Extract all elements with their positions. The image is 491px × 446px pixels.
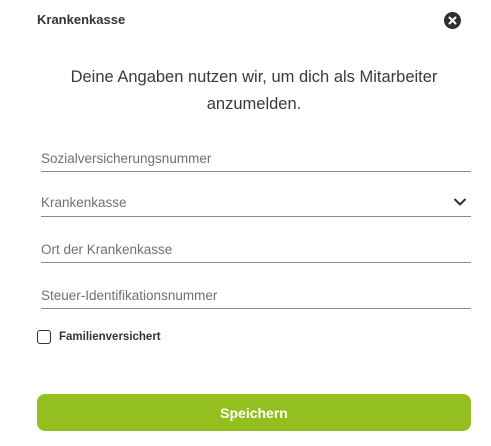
save-button[interactable]: Speichern bbox=[37, 394, 471, 431]
dialog-title: Krankenkasse bbox=[37, 12, 126, 27]
insurance-dialog: Krankenkasse Deine Angaben nutzen wir, u… bbox=[0, 0, 491, 446]
insurance-select-value: Krankenkasse bbox=[41, 195, 127, 210]
chevron-down-icon bbox=[454, 198, 466, 206]
family-insured-label[interactable]: Familienversichert bbox=[59, 331, 161, 343]
insurance-location-input[interactable] bbox=[41, 237, 471, 261]
family-insured-row: Familienversichert bbox=[37, 329, 161, 345]
close-icon bbox=[448, 16, 457, 25]
intro-text: Deine Angaben nutzen wir, um dich als Mi… bbox=[70, 68, 438, 113]
close-button[interactable] bbox=[444, 12, 461, 29]
insurance-select[interactable]: Krankenkasse bbox=[41, 191, 471, 217]
tax-id-input[interactable] bbox=[41, 283, 471, 307]
social-security-field bbox=[41, 146, 471, 172]
social-security-input[interactable] bbox=[41, 146, 471, 170]
tax-id-field bbox=[41, 283, 471, 309]
insurance-location-field bbox=[41, 237, 471, 263]
family-insured-checkbox[interactable] bbox=[37, 330, 51, 344]
